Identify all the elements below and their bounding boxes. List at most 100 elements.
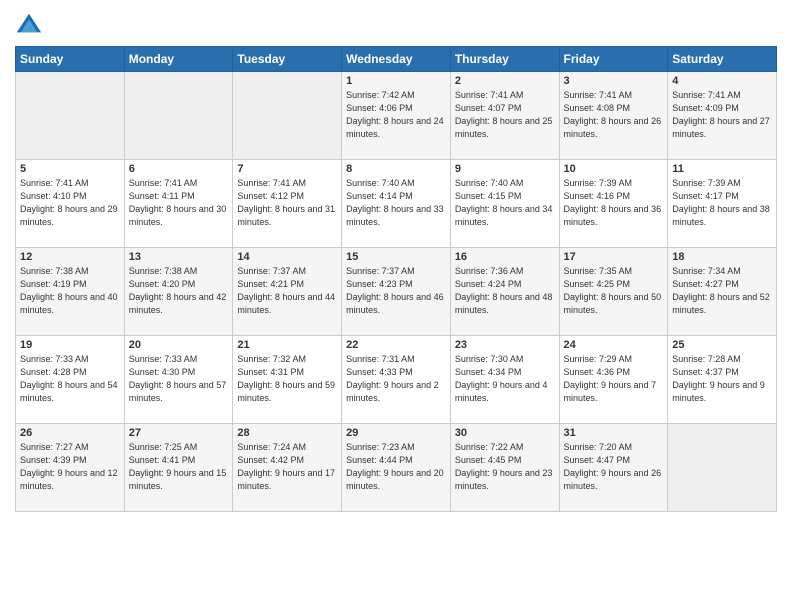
calendar-day-cell: 15Sunrise: 7:37 AMSunset: 4:23 PMDayligh… bbox=[342, 248, 451, 336]
day-of-week-header: Saturday bbox=[668, 47, 777, 72]
day-number: 2 bbox=[455, 75, 555, 87]
day-info: Sunrise: 7:39 AMSunset: 4:16 PMDaylight:… bbox=[564, 177, 664, 229]
calendar-day-cell: 7 Sunrise: 7:41 AMSunset: 4:12 PMDaylight… bbox=[233, 160, 342, 248]
day-number: 14 bbox=[237, 251, 337, 263]
day-info: Sunrise: 7:31 AMSunset: 4:33 PMDaylight:… bbox=[346, 353, 446, 405]
calendar-day-cell: 1 Sunrise: 7:42 AMSunset: 4:06 PMDaylight… bbox=[342, 72, 451, 160]
day-info: Sunrise: 7:35 AMSunset: 4:25 PMDaylight:… bbox=[564, 265, 664, 317]
day-of-week-header: Wednesday bbox=[342, 47, 451, 72]
calendar-day-cell: 25 Sunrise: 7:28 AMSunset: 4:37 PMDayligh… bbox=[668, 336, 777, 424]
calendar-week-row: 5Sunrise: 7:41 AMSunset: 4:10 PMDaylight… bbox=[16, 160, 777, 248]
day-info: Sunrise: 7:24 AMSunset: 4:42 PMDaylight:… bbox=[237, 441, 337, 493]
calendar-day-cell: 3 Sunrise: 7:41 AMSunset: 4:08 PMDaylight… bbox=[559, 72, 668, 160]
calendar-day-cell: 28 Sunrise: 7:24 AMSunset: 4:42 PMDayligh… bbox=[233, 424, 342, 512]
calendar-day-cell: 22 Sunrise: 7:31 AMSunset: 4:33 PMDayligh… bbox=[342, 336, 451, 424]
day-number: 9 bbox=[455, 163, 555, 175]
calendar-day-cell: 5Sunrise: 7:41 AMSunset: 4:10 PMDaylight… bbox=[16, 160, 125, 248]
day-info: Sunrise: 7:29 AMSunset: 4:36 PMDaylight:… bbox=[564, 353, 664, 405]
day-info: Sunrise: 7:30 AMSunset: 4:34 PMDaylight:… bbox=[455, 353, 555, 405]
calendar: SundayMondayTuesdayWednesdayThursdayFrid… bbox=[15, 46, 777, 512]
calendar-day-cell: 2 Sunrise: 7:41 AMSunset: 4:07 PMDaylight… bbox=[450, 72, 559, 160]
calendar-week-row: 1 Sunrise: 7:42 AMSunset: 4:06 PMDaylight… bbox=[16, 72, 777, 160]
day-number: 21 bbox=[237, 339, 337, 351]
calendar-day-cell: 14 Sunrise: 7:37 AMSunset: 4:21 PMDayligh… bbox=[233, 248, 342, 336]
day-number: 6 bbox=[129, 163, 229, 175]
calendar-day-cell: 21 Sunrise: 7:32 AMSunset: 4:31 PMDayligh… bbox=[233, 336, 342, 424]
day-of-week-header: Friday bbox=[559, 47, 668, 72]
day-number: 26 bbox=[20, 427, 120, 439]
day-info: Sunrise: 7:28 AMSunset: 4:37 PMDaylight:… bbox=[672, 353, 772, 405]
day-number: 19 bbox=[20, 339, 120, 351]
calendar-day-cell: 29Sunrise: 7:23 AMSunset: 4:44 PMDayligh… bbox=[342, 424, 451, 512]
calendar-day-cell: 26 Sunrise: 7:27 AMSunset: 4:39 PMDayligh… bbox=[16, 424, 125, 512]
calendar-day-cell: 31 Sunrise: 7:20 AMSunset: 4:47 PMDayligh… bbox=[559, 424, 668, 512]
day-number: 10 bbox=[564, 163, 664, 175]
calendar-day-cell: 18Sunrise: 7:34 AMSunset: 4:27 PMDayligh… bbox=[668, 248, 777, 336]
day-info: Sunrise: 7:38 AMSunset: 4:19 PMDaylight:… bbox=[20, 265, 120, 317]
day-info: Sunrise: 7:41 AMSunset: 4:07 PMDaylight:… bbox=[455, 89, 555, 141]
calendar-day-cell: 27Sunrise: 7:25 AMSunset: 4:41 PMDayligh… bbox=[124, 424, 233, 512]
day-number: 31 bbox=[564, 427, 664, 439]
day-info: Sunrise: 7:40 AMSunset: 4:15 PMDaylight:… bbox=[455, 177, 555, 229]
calendar-week-row: 12 Sunrise: 7:38 AMSunset: 4:19 PMDayligh… bbox=[16, 248, 777, 336]
day-number: 8 bbox=[346, 163, 446, 175]
day-number: 1 bbox=[346, 75, 446, 87]
day-number: 17 bbox=[564, 251, 664, 263]
calendar-day-cell bbox=[16, 72, 125, 160]
calendar-day-cell: 12 Sunrise: 7:38 AMSunset: 4:19 PMDayligh… bbox=[16, 248, 125, 336]
day-number: 13 bbox=[129, 251, 229, 263]
day-number: 30 bbox=[455, 427, 555, 439]
calendar-header-row: SundayMondayTuesdayWednesdayThursdayFrid… bbox=[16, 47, 777, 72]
page: SundayMondayTuesdayWednesdayThursdayFrid… bbox=[0, 0, 792, 612]
day-number: 23 bbox=[455, 339, 555, 351]
calendar-day-cell: 8 Sunrise: 7:40 AMSunset: 4:14 PMDaylight… bbox=[342, 160, 451, 248]
day-of-week-header: Monday bbox=[124, 47, 233, 72]
day-info: Sunrise: 7:36 AMSunset: 4:24 PMDaylight:… bbox=[455, 265, 555, 317]
calendar-day-cell: 16 Sunrise: 7:36 AMSunset: 4:24 PMDayligh… bbox=[450, 248, 559, 336]
day-info: Sunrise: 7:33 AMSunset: 4:28 PMDaylight:… bbox=[20, 353, 120, 405]
logo-icon bbox=[15, 10, 43, 38]
day-info: Sunrise: 7:40 AMSunset: 4:14 PMDaylight:… bbox=[346, 177, 446, 229]
calendar-day-cell bbox=[124, 72, 233, 160]
calendar-day-cell: 13 Sunrise: 7:38 AMSunset: 4:20 PMDayligh… bbox=[124, 248, 233, 336]
calendar-day-cell bbox=[668, 424, 777, 512]
day-info: Sunrise: 7:41 AMSunset: 4:09 PMDaylight:… bbox=[672, 89, 772, 141]
day-info: Sunrise: 7:42 AMSunset: 4:06 PMDaylight:… bbox=[346, 89, 446, 141]
calendar-day-cell bbox=[233, 72, 342, 160]
day-number: 3 bbox=[564, 75, 664, 87]
calendar-day-cell: 11Sunrise: 7:39 AMSunset: 4:17 PMDayligh… bbox=[668, 160, 777, 248]
day-info: Sunrise: 7:27 AMSunset: 4:39 PMDaylight:… bbox=[20, 441, 120, 493]
day-number: 16 bbox=[455, 251, 555, 263]
day-info: Sunrise: 7:37 AMSunset: 4:21 PMDaylight:… bbox=[237, 265, 337, 317]
day-info: Sunrise: 7:41 AMSunset: 4:10 PMDaylight:… bbox=[20, 177, 120, 229]
day-number: 7 bbox=[237, 163, 337, 175]
logo bbox=[15, 10, 47, 38]
day-number: 22 bbox=[346, 339, 446, 351]
calendar-week-row: 19 Sunrise: 7:33 AMSunset: 4:28 PMDayligh… bbox=[16, 336, 777, 424]
day-info: Sunrise: 7:41 AMSunset: 4:08 PMDaylight:… bbox=[564, 89, 664, 141]
day-number: 15 bbox=[346, 251, 446, 263]
day-number: 12 bbox=[20, 251, 120, 263]
day-number: 27 bbox=[129, 427, 229, 439]
calendar-day-cell: 10 Sunrise: 7:39 AMSunset: 4:16 PMDayligh… bbox=[559, 160, 668, 248]
calendar-week-row: 26 Sunrise: 7:27 AMSunset: 4:39 PMDayligh… bbox=[16, 424, 777, 512]
day-info: Sunrise: 7:41 AMSunset: 4:12 PMDaylight:… bbox=[237, 177, 337, 229]
day-info: Sunrise: 7:41 AMSunset: 4:11 PMDaylight:… bbox=[129, 177, 229, 229]
calendar-day-cell: 23 Sunrise: 7:30 AMSunset: 4:34 PMDayligh… bbox=[450, 336, 559, 424]
day-info: Sunrise: 7:38 AMSunset: 4:20 PMDaylight:… bbox=[129, 265, 229, 317]
calendar-day-cell: 20Sunrise: 7:33 AMSunset: 4:30 PMDayligh… bbox=[124, 336, 233, 424]
calendar-day-cell: 4 Sunrise: 7:41 AMSunset: 4:09 PMDaylight… bbox=[668, 72, 777, 160]
day-info: Sunrise: 7:32 AMSunset: 4:31 PMDaylight:… bbox=[237, 353, 337, 405]
day-number: 25 bbox=[672, 339, 772, 351]
day-of-week-header: Sunday bbox=[16, 47, 125, 72]
calendar-day-cell: 24Sunrise: 7:29 AMSunset: 4:36 PMDayligh… bbox=[559, 336, 668, 424]
calendar-day-cell: 9 Sunrise: 7:40 AMSunset: 4:15 PMDaylight… bbox=[450, 160, 559, 248]
day-info: Sunrise: 7:34 AMSunset: 4:27 PMDaylight:… bbox=[672, 265, 772, 317]
day-number: 28 bbox=[237, 427, 337, 439]
day-number: 4 bbox=[672, 75, 772, 87]
day-info: Sunrise: 7:33 AMSunset: 4:30 PMDaylight:… bbox=[129, 353, 229, 405]
day-info: Sunrise: 7:20 AMSunset: 4:47 PMDaylight:… bbox=[564, 441, 664, 493]
day-number: 11 bbox=[672, 163, 772, 175]
calendar-day-cell: 17 Sunrise: 7:35 AMSunset: 4:25 PMDayligh… bbox=[559, 248, 668, 336]
calendar-day-cell: 19 Sunrise: 7:33 AMSunset: 4:28 PMDayligh… bbox=[16, 336, 125, 424]
